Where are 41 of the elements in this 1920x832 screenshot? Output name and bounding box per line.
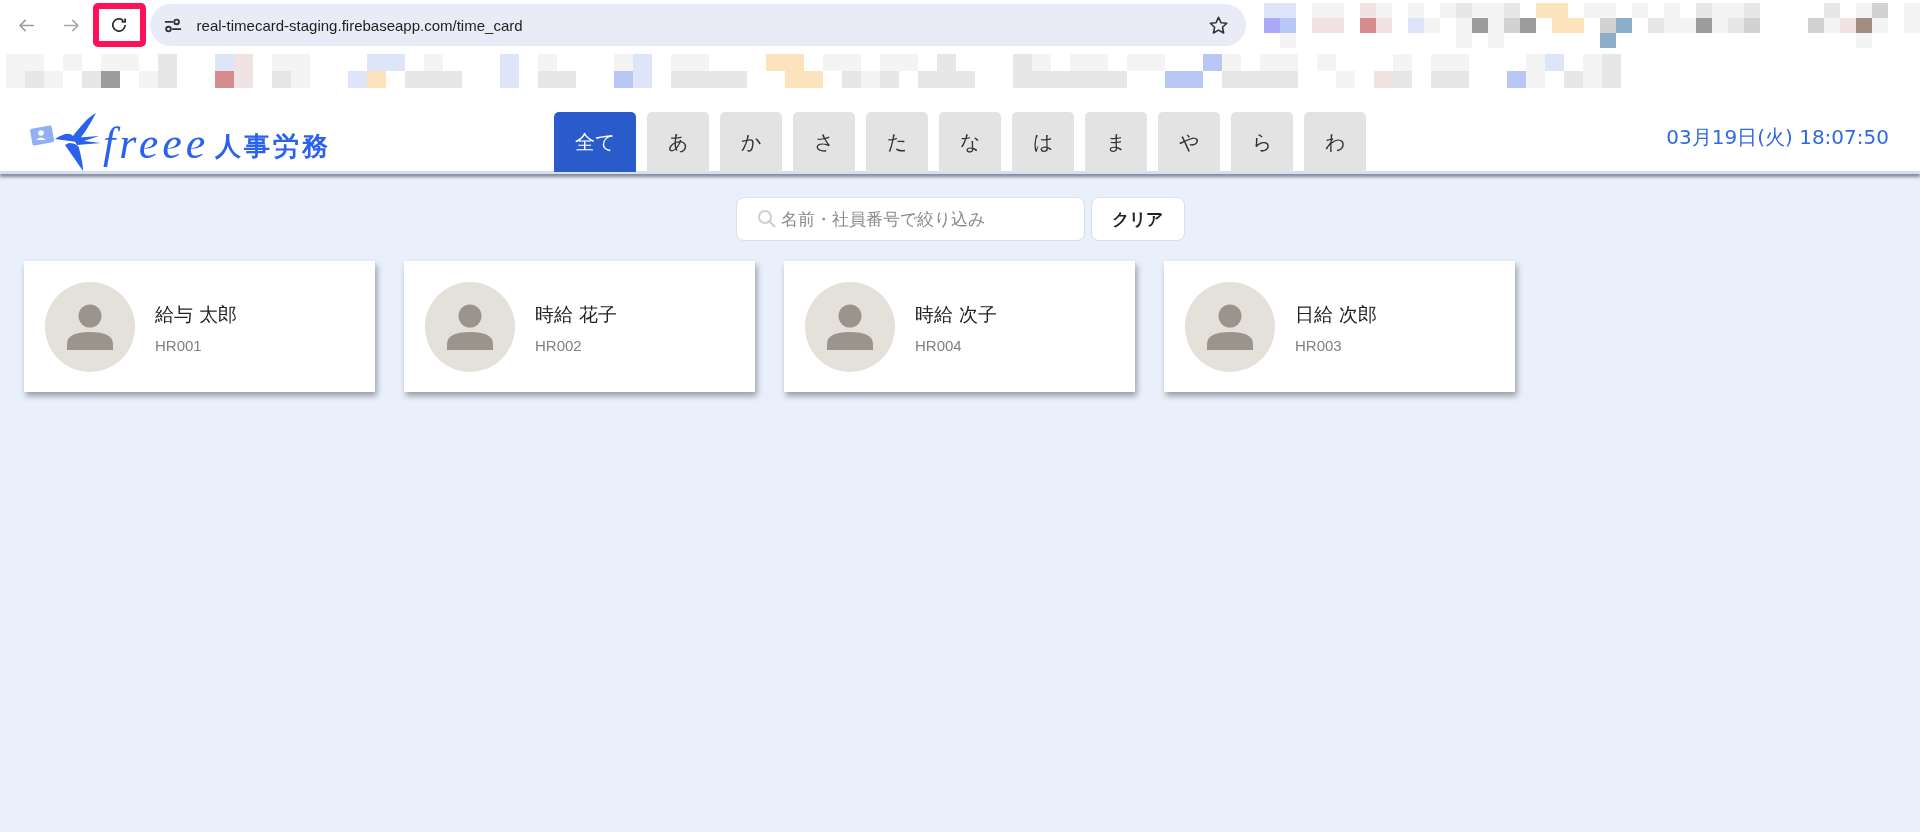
url-text[interactable]: real-timecard-staging.firebaseapp.com/time_card (196, 16, 523, 34)
search-icon (757, 210, 776, 228)
kana-filter-tab[interactable]: さ (793, 112, 855, 172)
employee-card[interactable]: 日給 次郎 HR003 (1164, 261, 1515, 392)
kana-filter-tab[interactable]: 全て (554, 112, 636, 172)
employee-code: HR002 (535, 335, 583, 356)
address-bar[interactable]: real-timecard-staging.firebaseapp.com/time_card (149, 4, 1246, 46)
logo-wordmark: freee (103, 122, 210, 166)
employee-name: 日給 次郎 (1295, 301, 1378, 326)
back-arrow-icon (18, 18, 35, 32)
person-avatar-icon (805, 281, 895, 372)
kana-filter-tab[interactable]: ら (1231, 112, 1293, 172)
person-avatar-icon (425, 281, 515, 372)
forward-arrow-icon (62, 18, 79, 32)
reload-button[interactable] (92, 3, 146, 47)
sliders-icon[interactable] (163, 17, 182, 33)
kana-filter-tab[interactable]: わ (1304, 112, 1366, 172)
employee-card[interactable]: 時給 次子 HR004 (784, 261, 1135, 392)
employee-card[interactable]: 給与 太郎 HR001 (24, 261, 375, 392)
employee-card[interactable]: 時給 花子 HR002 (404, 261, 755, 392)
kana-filter-tab[interactable]: ま (1085, 112, 1147, 172)
kana-filter-tab[interactable]: あ (647, 112, 709, 172)
employee-code: HR004 (915, 335, 963, 356)
employee-name: 時給 花子 (535, 301, 618, 326)
employee-name: 時給 次子 (915, 301, 998, 326)
search-field[interactable]: 名前・社員番号で絞り込み (735, 197, 1085, 241)
kana-filter-tab[interactable]: た (866, 112, 928, 172)
kana-filter-tab[interactable]: な (939, 112, 1001, 172)
kana-filter-tab[interactable]: は (1012, 112, 1074, 172)
employee-code: HR001 (155, 335, 203, 356)
person-avatar-icon (45, 281, 135, 372)
current-datetime: 03月19日(火) 18:07:50 (1666, 123, 1890, 151)
person-avatar-icon (1185, 281, 1275, 372)
reload-icon (112, 18, 127, 32)
employee-code: HR003 (1295, 335, 1343, 356)
star-icon[interactable] (1209, 15, 1228, 35)
clear-button[interactable]: クリア (1090, 197, 1185, 241)
employee-name: 給与 太郎 (155, 301, 238, 326)
kana-filter-tab[interactable]: か (720, 112, 782, 172)
kana-filter-tab[interactable]: や (1158, 112, 1220, 172)
product-name: 人事労務 (215, 129, 332, 163)
